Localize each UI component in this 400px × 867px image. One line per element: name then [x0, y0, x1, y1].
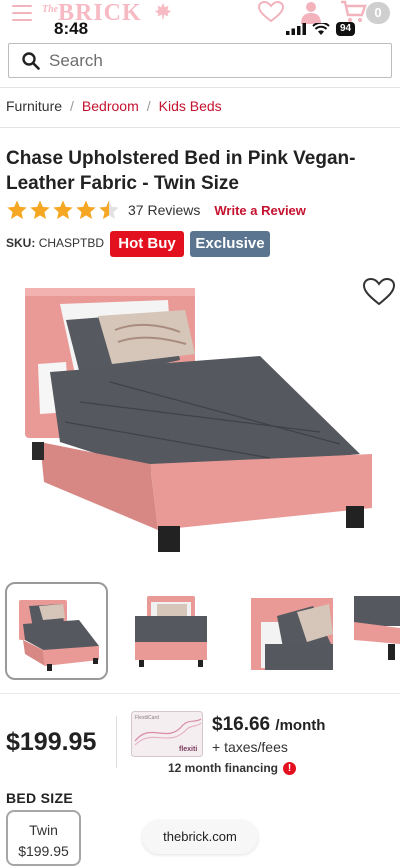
logo-the: The	[42, 4, 59, 15]
flexiti-brand: flexiti	[179, 746, 197, 753]
thumbnail-1[interactable]	[5, 582, 108, 680]
thumbnail-image	[19, 600, 99, 671]
bed-size-label: BED SIZE	[6, 790, 73, 806]
breadcrumb-separator: /	[146, 98, 151, 114]
exclusive-badge: Exclusive	[190, 231, 270, 257]
wishlist-heart-icon[interactable]	[362, 277, 396, 307]
thumbnail-2[interactable]	[131, 582, 211, 680]
reviews-count-link[interactable]: 37 Reviews	[128, 202, 200, 218]
monthly-unit: /month	[275, 717, 326, 734]
sku-line: SKU: CHASPTBD	[6, 236, 104, 250]
product-title: Chase Upholstered Bed in Pink Vegan-Leat…	[6, 148, 356, 194]
star-rating[interactable]	[6, 199, 120, 221]
star-full-icon	[7, 200, 27, 219]
top-header: The BRICK 8:48 0 94	[0, 0, 400, 42]
breadcrumb-separator: /	[70, 98, 74, 114]
taxes-fees: + taxes/fees	[212, 739, 288, 755]
menu-icon[interactable]	[12, 5, 32, 21]
header-divider	[0, 87, 400, 88]
flexiti-card-image[interactable]: FlexitiCard flexiti	[131, 711, 203, 757]
breadcrumb-kids-beds[interactable]: Kids Beds	[159, 98, 222, 114]
browser-url-bar[interactable]: thebrick.com	[142, 820, 258, 854]
star-full-icon	[53, 200, 73, 219]
breadcrumb-bedroom[interactable]: Bedroom	[82, 98, 139, 114]
product-price: $199.95	[6, 728, 97, 756]
sku-label: SKU:	[6, 236, 36, 250]
write-review-link[interactable]: Write a Review	[214, 203, 306, 218]
search-icon	[22, 52, 40, 70]
product-main-image[interactable]	[20, 282, 380, 562]
star-full-icon	[76, 200, 96, 219]
monthly-price: $16.66	[212, 714, 271, 735]
thumbnail-image	[354, 596, 400, 660]
breadcrumb: Furniture / Bedroom / Kids Beds	[6, 98, 222, 114]
maple-leaf-icon	[154, 2, 172, 20]
shopping-cart-icon[interactable]	[340, 0, 368, 24]
status-indicators: 94	[286, 22, 356, 36]
flexiti-card-top-text: FlexitiCard	[135, 715, 159, 721]
wishlist-heart-icon[interactable]	[258, 1, 284, 23]
product-rating: 37 Reviews Write a Review	[6, 199, 306, 221]
status-time: 8:48	[54, 19, 89, 38]
thumbnail-4[interactable]	[354, 582, 400, 680]
star-full-icon	[30, 200, 50, 219]
cart-count-badge: 0	[366, 2, 390, 24]
section-divider	[0, 693, 400, 694]
search-input[interactable]	[49, 48, 379, 74]
battery-level: 94	[336, 22, 356, 36]
star-half-icon	[99, 200, 119, 219]
breadcrumb-divider	[0, 127, 400, 128]
monthly-payment: $16.66 /month	[212, 714, 325, 736]
wifi-icon	[312, 22, 330, 35]
account-user-icon[interactable]	[299, 0, 323, 24]
financing-label: 12 month financing	[168, 761, 279, 775]
search-bar[interactable]	[8, 43, 392, 78]
size-option-twin[interactable]: Twin $199.95	[6, 810, 81, 866]
financing-info[interactable]: 12 month financing !	[168, 761, 297, 775]
price-divider	[116, 716, 117, 768]
thumbnail-3[interactable]	[251, 582, 333, 680]
info-icon[interactable]: !	[283, 761, 297, 775]
thumbnail-image	[135, 596, 207, 667]
breadcrumb-furniture[interactable]: Furniture	[6, 98, 62, 114]
sku-value: CHASPTBD	[38, 236, 105, 250]
thumbnail-image	[251, 598, 333, 670]
hot-buy-badge: Hot Buy	[110, 231, 184, 257]
cellular-signal-icon	[286, 23, 306, 35]
size-option-name: Twin	[29, 822, 58, 838]
size-option-price: $199.95	[18, 843, 69, 859]
